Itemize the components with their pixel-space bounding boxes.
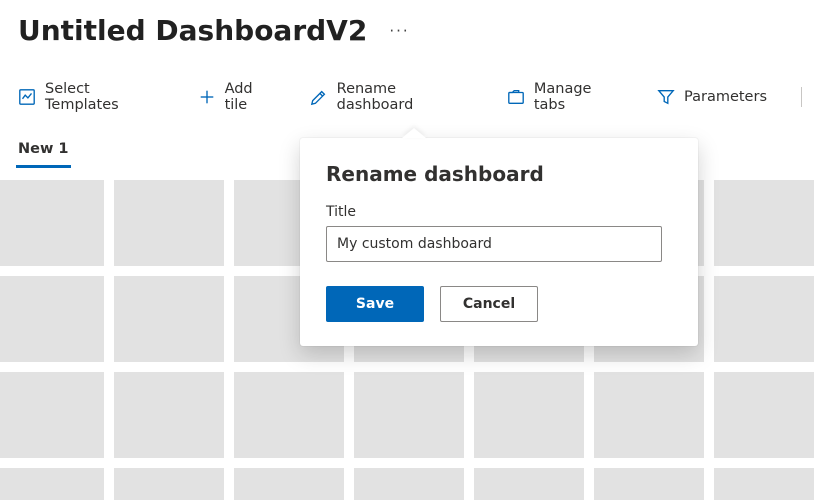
toolbar-label: Select Templates (45, 81, 168, 113)
save-button[interactable]: Save (326, 286, 424, 322)
more-actions-button[interactable]: ··· (389, 22, 409, 40)
grid-tile[interactable] (0, 276, 104, 362)
grid-tile[interactable] (0, 468, 104, 500)
title-field-label: Title (326, 204, 672, 220)
grid-tile[interactable] (714, 468, 814, 500)
grid-tile[interactable] (234, 372, 344, 458)
grid-tile[interactable] (594, 468, 704, 500)
grid-tile[interactable] (0, 372, 104, 458)
grid-tile[interactable] (714, 372, 814, 458)
dialog-title: Rename dashboard (326, 162, 672, 186)
toolbar-label: Add tile (225, 81, 280, 113)
toolbar: Select Templates Add tile Rename dashboa… (0, 55, 820, 113)
grid-tile[interactable] (714, 276, 814, 362)
toolbar-label: Rename dashboard (337, 81, 477, 113)
select-templates-button[interactable]: Select Templates (18, 81, 168, 113)
pencil-icon (310, 88, 328, 106)
grid-tile[interactable] (474, 468, 584, 500)
rename-dashboard-dialog: Rename dashboard Title Save Cancel (300, 138, 698, 346)
grid-tile[interactable] (114, 468, 224, 500)
tab-new-1[interactable]: New 1 (16, 137, 71, 168)
grid-tile[interactable] (114, 372, 224, 458)
parameters-button[interactable]: Parameters (657, 88, 767, 106)
plus-icon (198, 88, 216, 106)
dashboard-title-input[interactable] (326, 226, 662, 262)
tabs-icon (507, 88, 525, 106)
grid-tile[interactable] (474, 372, 584, 458)
rename-dashboard-button[interactable]: Rename dashboard (310, 81, 477, 113)
grid-tile[interactable] (354, 372, 464, 458)
manage-tabs-button[interactable]: Manage tabs (507, 81, 627, 113)
grid-tile[interactable] (114, 180, 224, 266)
toolbar-label: Parameters (684, 89, 767, 105)
grid-tile[interactable] (354, 468, 464, 500)
filter-icon (657, 88, 675, 106)
grid-tile[interactable] (714, 180, 814, 266)
page-title: Untitled DashboardV2 (18, 14, 367, 47)
grid-tile[interactable] (234, 468, 344, 500)
chart-icon (18, 88, 36, 106)
cancel-button[interactable]: Cancel (440, 286, 538, 322)
grid-tile[interactable] (114, 276, 224, 362)
grid-tile[interactable] (594, 372, 704, 458)
grid-tile[interactable] (0, 180, 104, 266)
toolbar-separator (801, 87, 802, 107)
add-tile-button[interactable]: Add tile (198, 81, 280, 113)
toolbar-label: Manage tabs (534, 81, 627, 113)
